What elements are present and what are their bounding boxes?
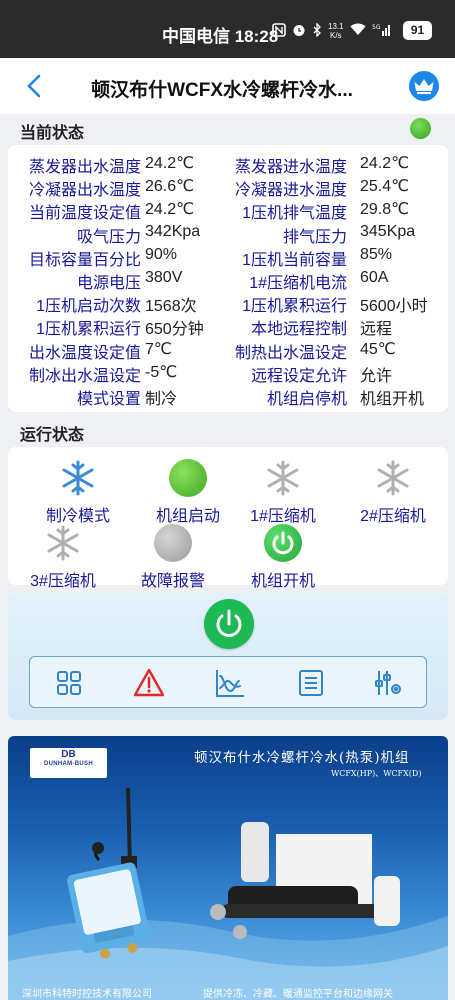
run-status-card: 制冷模式 机组启动 1#压缩机 2#压缩机 3#压缩机 故障报警 机组开机 [8, 447, 448, 590]
current-status-card: 蒸发器出水温度 24.2℃ 蒸发器进水温度 24.2℃ 冷凝器出水温度 26.6℃ 冷凝器进… [8, 145, 448, 412]
bluetooth-icon [312, 21, 322, 40]
status-label: 机组启停机 [266, 390, 347, 408]
status-row: 蒸发器出水温度 24.2℃ 蒸发器进水温度 24.2℃ [8, 151, 448, 176]
status-row: 吸气压力 342Kpa 排气压力 345Kpa [8, 221, 448, 246]
list-icon[interactable] [294, 666, 328, 700]
run-item-unit-on: 机组开机 [228, 524, 338, 591]
status-value: 85% [360, 245, 393, 263]
power-button[interactable] [204, 599, 254, 649]
carrier-time: 中国电信 18:28 [162, 27, 279, 46]
svg-text:5G: 5G [372, 24, 381, 31]
status-icons: 13.1 K/s 5G [272, 21, 390, 40]
status-row: 当前温度设定值 24.2℃ 1压机排气温度 29.8℃ [8, 197, 448, 222]
run-item-label: 3#压缩机 [30, 573, 96, 590]
status-label: 模式设置 [76, 390, 141, 408]
run-item-compressor-2: 2#压缩机 [338, 459, 448, 526]
signal-5g-icon: 5G [372, 23, 390, 40]
wifi-icon [350, 23, 366, 39]
run-status-title: 运行状态 [20, 427, 85, 444]
status-value: 24.2℃ [145, 155, 195, 172]
grid-icon[interactable] [52, 666, 86, 700]
snowflake-gray-icon [44, 524, 82, 562]
run-item-cooling-mode: 制冷模式 [23, 459, 133, 526]
run-item-label: 2#压缩机 [360, 508, 426, 525]
status-value: 制冷 [145, 390, 178, 408]
snowflake-gray-icon [264, 459, 302, 497]
status-row: 模式设置 制冷 机组启停机 机组开机 [8, 383, 448, 408]
status-value: 机组开机 [360, 390, 425, 408]
settings-sliders-icon[interactable] [370, 666, 404, 700]
status-value: 24.2℃ [360, 155, 410, 172]
status-value: 26.6℃ [145, 178, 195, 196]
status-value: 90% [145, 245, 178, 263]
status-row: 1压机累积运行 650分钟 本地远程控制 远程 [8, 313, 448, 338]
run-item-fault-alarm: 故障报警 [118, 524, 228, 591]
back-arrow-icon[interactable] [22, 72, 48, 100]
run-item-label: 制冷模式 [45, 508, 110, 525]
run-item-label: 故障报警 [140, 573, 205, 590]
run-item-compressor-1: 1#压缩机 [228, 459, 338, 526]
status-row: 出水温度设定值 7℃ 制热出水温设定 45℃ [8, 337, 448, 362]
system-status-bar: 中国电信 18:28 13.1 K/s 5G 91 [0, 0, 455, 58]
control-panel [8, 593, 448, 720]
run-item-compressor-3: 3#压缩机 [8, 524, 118, 591]
status-value: 25.4℃ [360, 178, 410, 196]
gray-ball-icon [154, 524, 192, 562]
status-row: 1压机启动次数 1568次 1压机累积运行 5600小时 [8, 290, 448, 315]
banner-company: 深圳市科特时控技术有限公司 [22, 989, 152, 1000]
battery-indicator: 91 [403, 21, 432, 40]
function-nav-bar [29, 656, 427, 708]
network-speed: 13.1 K/s [328, 22, 344, 40]
banner-slogan: 提供冷冻、冷藏、暖通监控平台和边缘网关 [203, 989, 393, 1000]
status-value: 7℃ [145, 340, 172, 358]
speed-value: 13.1 [328, 22, 344, 31]
nfc-icon [272, 22, 286, 40]
run-item-unit-start: 机组启动 [133, 459, 243, 526]
status-row: 制冰出水温设定 -5℃ 远程设定允许 允许 [8, 360, 448, 385]
page-title: 顿汉布什WCFX水冷螺杆冷水... [91, 80, 353, 101]
status-value: 345Kpa [360, 222, 416, 240]
status-row: 目标容量百分比 90% 1压机当前容量 85% [8, 244, 448, 269]
status-value: 60A [360, 268, 389, 286]
power-green-icon [264, 524, 302, 562]
speed-unit: K/s [330, 31, 342, 40]
product-banner: DB DUNHAM-BUSH 顿汉布什水冷螺杆冷水(热泵)机组 WCFX(HP)… [8, 736, 448, 1000]
status-value: 29.8℃ [360, 201, 410, 219]
banner-illustration [8, 787, 448, 1000]
online-status-indicator [410, 118, 431, 139]
run-item-label: 机组启动 [155, 508, 220, 525]
status-value: -5℃ [145, 363, 178, 381]
alarm-clock-icon [292, 23, 306, 40]
power-icon [216, 609, 242, 637]
app-header: 顿汉布什WCFX水冷螺杆冷水... [0, 58, 455, 114]
snowflake-gray-icon [374, 459, 412, 497]
status-value: 380V [145, 268, 183, 286]
status-value: 342Kpa [145, 222, 201, 240]
snowflake-blue-icon [59, 459, 97, 497]
run-item-label: 机组开机 [250, 573, 315, 590]
status-value: 45℃ [360, 340, 396, 358]
run-item-label: 1#压缩机 [250, 508, 316, 525]
status-row: 电源电压 380V 1#压缩机电流 60A [8, 267, 448, 292]
status-value: 24.2℃ [145, 201, 195, 219]
crown-vip-icon[interactable] [409, 71, 439, 101]
alarm-warning-icon[interactable] [132, 666, 166, 700]
status-row: 冷凝器出水温度 26.6℃ 冷凝器进水温度 25.4℃ [8, 174, 448, 199]
green-ball-icon [169, 459, 207, 497]
current-status-title: 当前状态 [20, 125, 85, 142]
trend-chart-icon[interactable] [213, 666, 247, 700]
